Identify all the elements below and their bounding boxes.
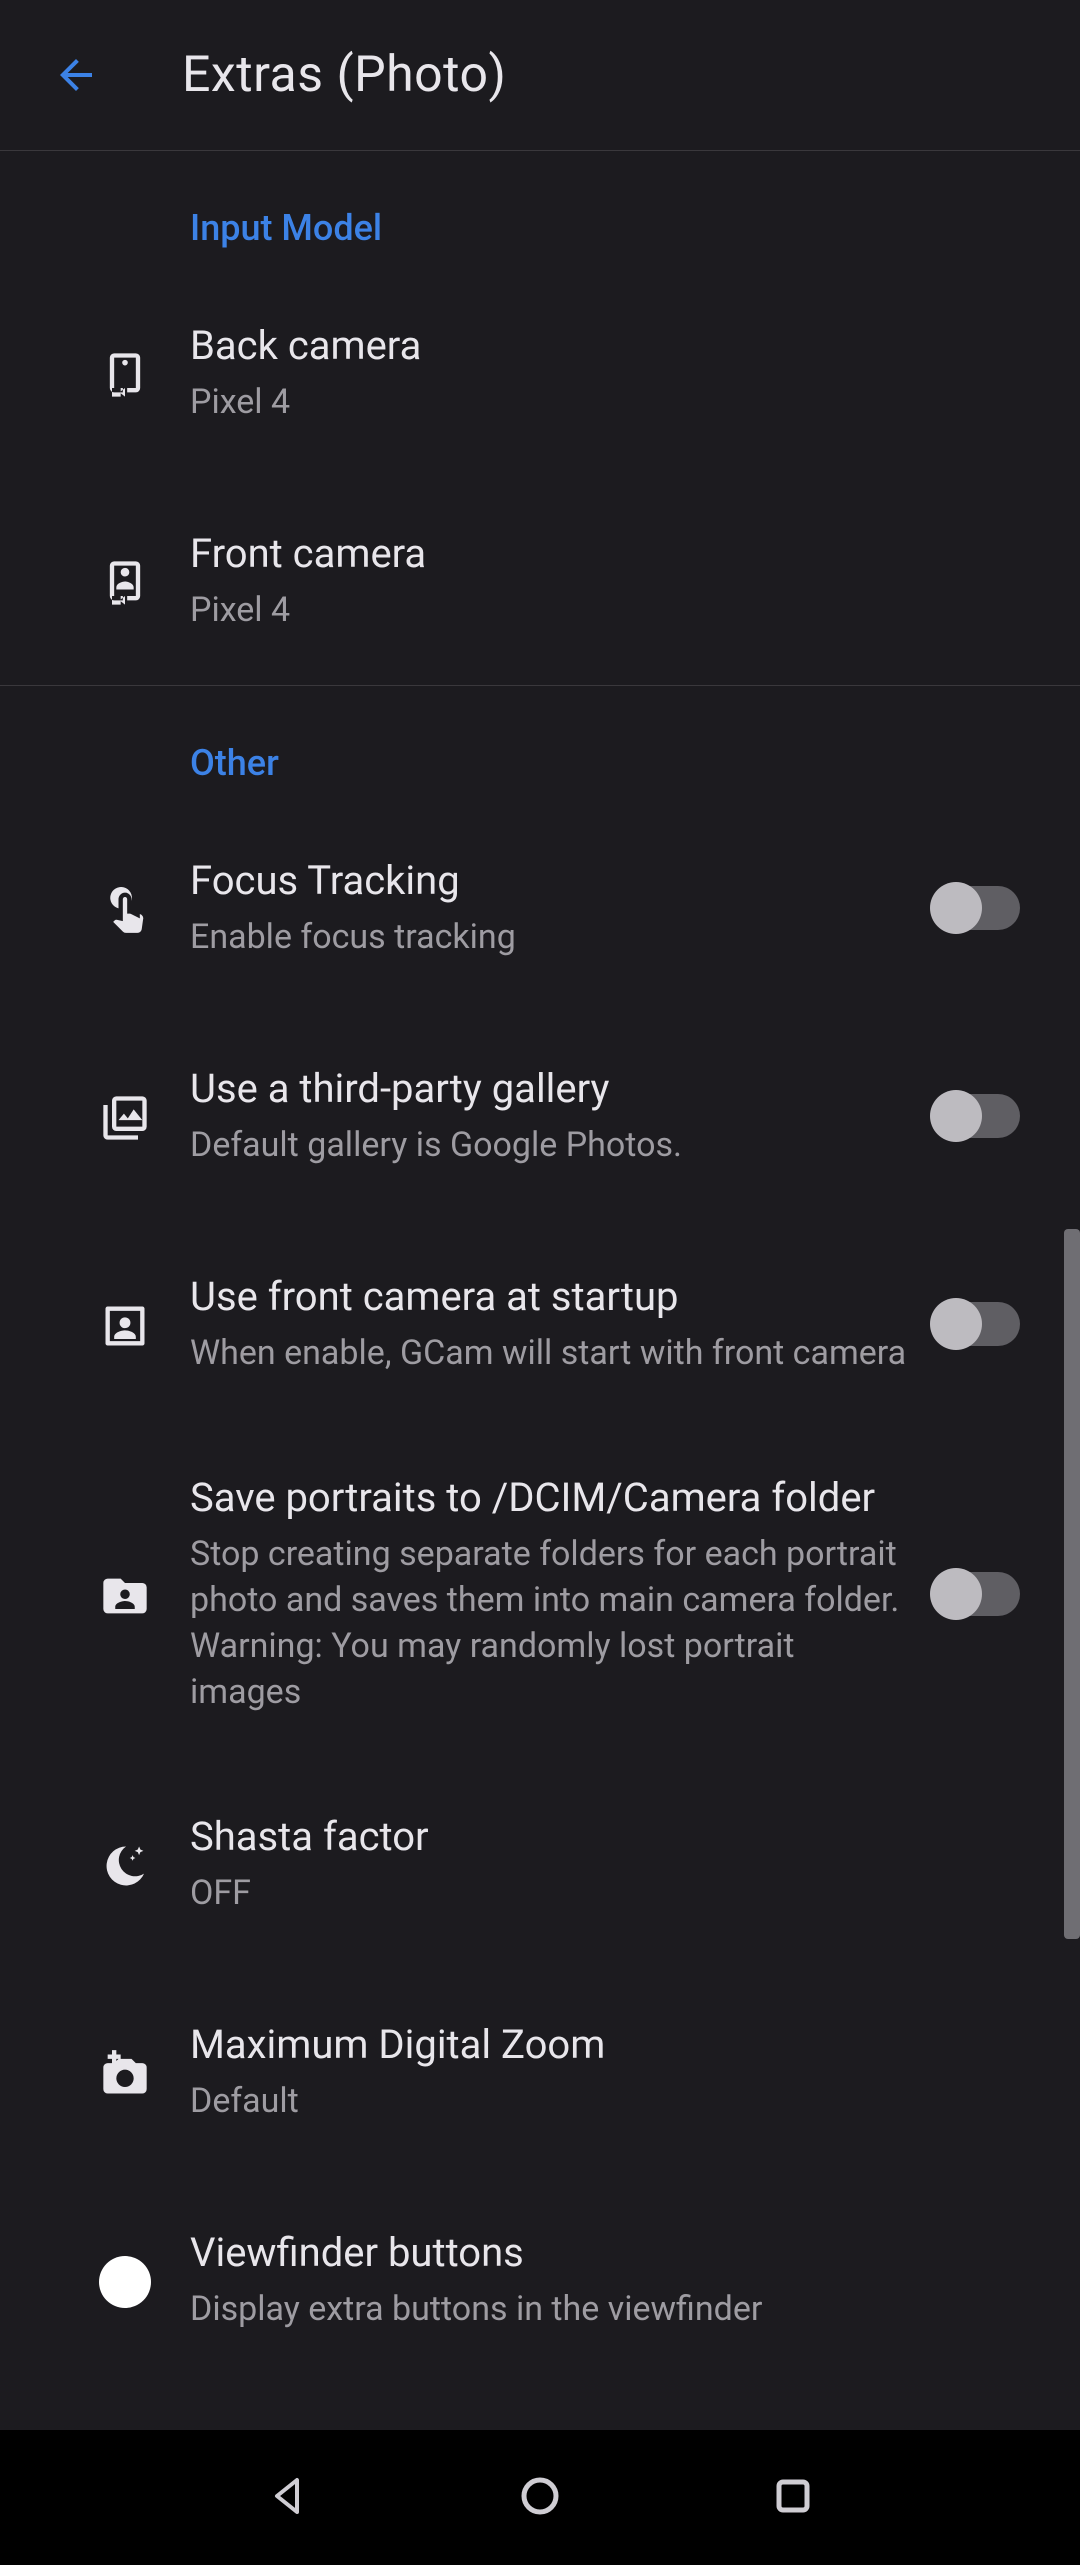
save-portraits-title: Save portraits to /DCIM/Camera folder — [190, 1472, 912, 1524]
row-back-camera[interactable]: Back camera Pixel 4 — [0, 269, 1080, 477]
front-on-start-title: Use front camera at startup — [190, 1271, 912, 1323]
app-bar: Extras (Photo) — [0, 0, 1080, 151]
moon-stars-icon — [99, 1840, 151, 1892]
max-zoom-subtitle: Default — [190, 2079, 1020, 2125]
camera-rear-icon — [99, 349, 151, 401]
touch-icon — [99, 884, 151, 936]
back-button[interactable] — [40, 39, 112, 111]
row-shasta[interactable]: Shasta factor OFF — [0, 1760, 1080, 1968]
row-focus-tracking[interactable]: Focus Tracking Enable focus tracking — [0, 804, 1080, 1012]
nav-recents-button[interactable] — [769, 2472, 817, 2524]
portrait-icon — [99, 1300, 151, 1352]
viewfinder-buttons-subtitle: Display extra buttons in the viewfinder — [190, 2287, 1020, 2333]
third-party-gallery-subtitle: Default gallery is Google Photos. — [190, 1123, 912, 1169]
nav-back-button[interactable] — [263, 2472, 311, 2524]
shasta-subtitle: OFF — [190, 1871, 1020, 1917]
row-max-zoom[interactable]: Maximum Digital Zoom Default — [0, 1968, 1080, 2176]
folder-person-icon — [99, 1570, 151, 1622]
gallery-icon — [99, 1092, 151, 1144]
camera-front-icon — [99, 557, 151, 609]
nav-recents-icon — [769, 2472, 817, 2520]
focus-tracking-title: Focus Tracking — [190, 855, 912, 907]
scrollbar[interactable] — [1064, 1229, 1080, 1939]
third-party-gallery-title: Use a third-party gallery — [190, 1063, 912, 1115]
front-camera-subtitle: Pixel 4 — [190, 588, 1020, 634]
save-portraits-subtitle: Stop creating separate folders for each … — [190, 1532, 912, 1716]
max-zoom-title: Maximum Digital Zoom — [190, 2019, 1020, 2071]
section-input-model: Input Model — [0, 151, 1080, 269]
row-save-portraits[interactable]: Save portraits to /DCIM/Camera folder St… — [0, 1428, 1080, 1760]
viewfinder-buttons-title: Viewfinder buttons — [190, 2227, 1020, 2279]
page-title: Extras (Photo) — [182, 46, 506, 104]
third-party-gallery-toggle[interactable] — [932, 1094, 1020, 1138]
row-third-party-gallery[interactable]: Use a third-party gallery Default galler… — [0, 1012, 1080, 1220]
focus-tracking-toggle[interactable] — [932, 886, 1020, 930]
focus-tracking-subtitle: Enable focus tracking — [190, 915, 912, 961]
front-on-start-toggle[interactable] — [932, 1302, 1020, 1346]
shasta-title: Shasta factor — [190, 1811, 1020, 1863]
camera-plus-icon — [99, 2048, 151, 2100]
nav-home-icon — [516, 2472, 564, 2520]
circle-icon — [99, 2256, 151, 2308]
section-other: Other — [0, 686, 1080, 804]
front-on-start-subtitle: When enable, GCam will start with front … — [190, 1331, 912, 1377]
save-portraits-toggle[interactable] — [932, 1572, 1020, 1616]
back-camera-title: Back camera — [190, 320, 1020, 372]
back-camera-subtitle: Pixel 4 — [190, 380, 1020, 426]
nav-home-button[interactable] — [516, 2472, 564, 2524]
front-camera-title: Front camera — [190, 528, 1020, 580]
row-front-camera[interactable]: Front camera Pixel 4 — [0, 477, 1080, 685]
system-nav-bar — [0, 2430, 1080, 2565]
row-front-on-start[interactable]: Use front camera at startup When enable,… — [0, 1220, 1080, 1428]
settings-content: Input Model Back camera Pixel 4 Front ca… — [0, 151, 1080, 2430]
nav-back-icon — [263, 2472, 311, 2520]
arrow-back-icon — [52, 51, 100, 99]
row-viewfinder-buttons[interactable]: Viewfinder buttons Display extra buttons… — [0, 2176, 1080, 2384]
